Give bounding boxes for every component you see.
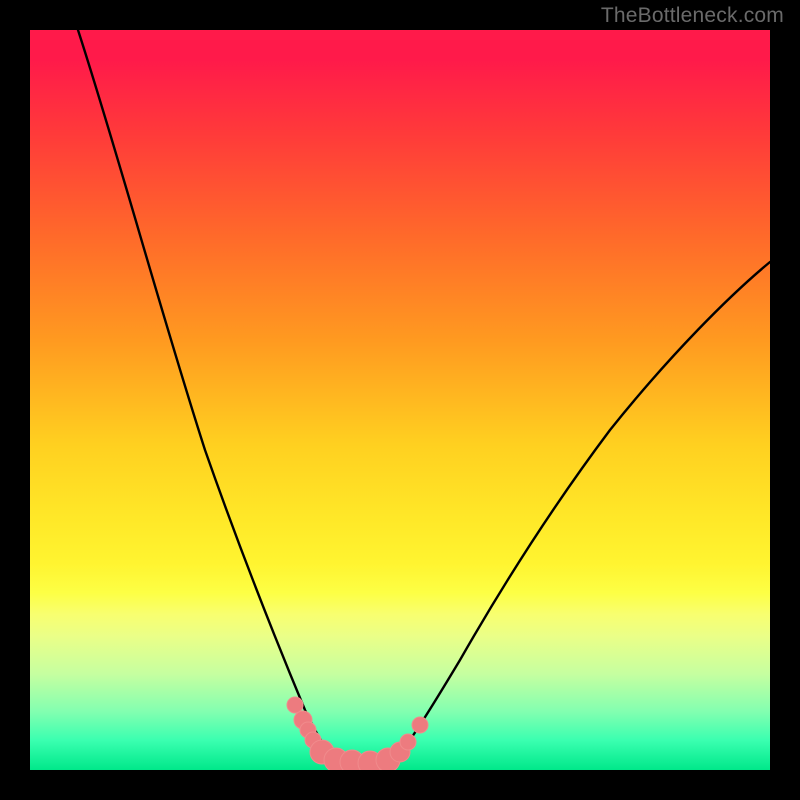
- right-curve: [395, 262, 770, 760]
- marker-dot: [287, 697, 303, 713]
- chart-frame: TheBottleneck.com: [0, 0, 800, 800]
- left-curve: [78, 30, 338, 760]
- plot-area: [30, 30, 770, 770]
- marker-group: [287, 697, 428, 770]
- watermark-text: TheBottleneck.com: [601, 4, 784, 28]
- marker-dot: [400, 734, 416, 750]
- marker-dot: [412, 717, 428, 733]
- curve-layer: [30, 30, 770, 770]
